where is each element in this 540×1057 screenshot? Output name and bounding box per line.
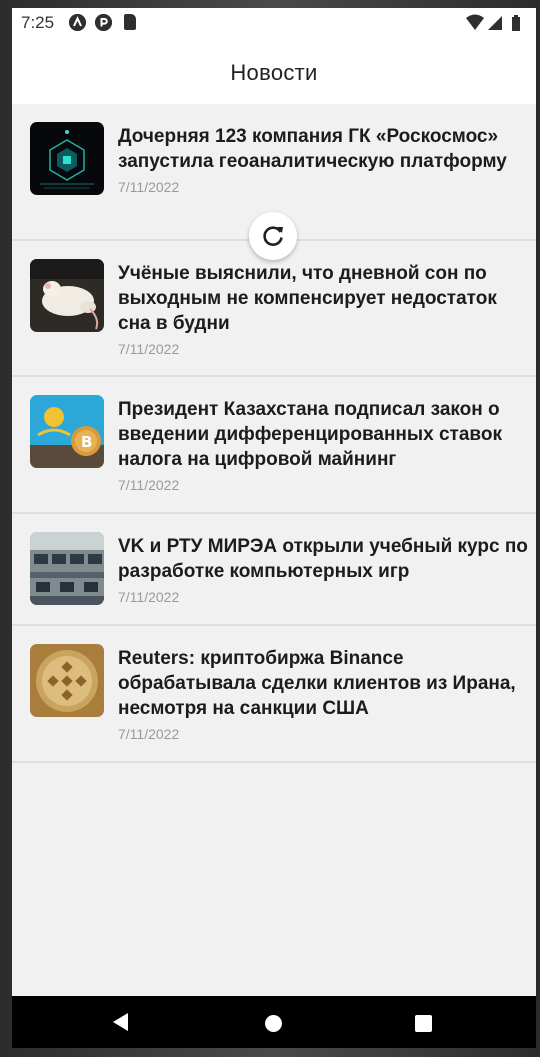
news-date: 7/11/2022	[118, 477, 180, 493]
news-title: Учёные выяснили, что дневной сон по выхо…	[118, 263, 497, 334]
app-bar: Новости	[12, 38, 536, 104]
kazakhstan-bitcoin-image: B	[30, 395, 104, 468]
news-title: Reuters: криптобиржа Binance обрабатывал…	[118, 648, 516, 719]
signal-icon	[488, 16, 502, 30]
news-title: Президент Казахстана подписал закон о вв…	[118, 399, 502, 470]
status-right-icons	[466, 14, 526, 32]
news-date: 7/11/2022	[118, 726, 180, 742]
wifi-icon	[466, 14, 484, 30]
status-time: 7:25	[21, 13, 55, 32]
sd-card-icon	[124, 14, 136, 30]
news-date: 7/11/2022	[118, 341, 180, 357]
news-text: Учёные выяснили, что дневной сон по выхо…	[118, 261, 528, 357]
news-title: Дочерняя 123 компания ГК «Роскосмос» зап…	[118, 126, 507, 172]
phone-screen: 7:25 Новости Дочерняя 123 компания ГК «Р…	[12, 8, 536, 1048]
refresh-icon	[263, 226, 283, 246]
news-text: Президент Казахстана подписал закон о вв…	[118, 397, 528, 493]
svg-text:B: B	[81, 433, 92, 451]
recent-apps-button[interactable]	[415, 1015, 432, 1032]
news-text: VK и РТУ МИРЭА открыли учебный курс по р…	[118, 534, 528, 605]
news-item[interactable]: VK и РТУ МИРЭА открыли учебный курс по р…	[12, 514, 536, 626]
news-item[interactable]: Reuters: криптобиржа Binance обрабатывал…	[12, 626, 536, 763]
news-item[interactable]: B Президент Казахстана подписал закон о …	[12, 377, 536, 514]
refresh-spinner	[249, 212, 297, 260]
space-tech-image	[30, 122, 104, 195]
news-date: 7/11/2022	[118, 179, 180, 195]
home-button[interactable]	[265, 1015, 282, 1032]
app-a-icon	[69, 14, 86, 31]
news-title: VK и РТУ МИРЭА открыли учебный курс по р…	[118, 536, 528, 582]
classroom-image	[30, 532, 104, 605]
app-p-icon	[95, 14, 112, 31]
system-nav-bar	[12, 996, 536, 1048]
binance-coin-image	[30, 644, 104, 717]
news-date: 7/11/2022	[118, 589, 180, 605]
news-text: Reuters: криптобиржа Binance обрабатывал…	[118, 646, 528, 742]
sleeping-mouse-image	[30, 259, 104, 332]
battery-icon	[512, 15, 520, 31]
back-button[interactable]	[112, 1012, 130, 1037]
page-title: Новости	[230, 60, 318, 85]
status-bar: 7:25	[12, 8, 536, 38]
news-list[interactable]: Дочерняя 123 компания ГК «Роскосмос» зап…	[12, 104, 536, 763]
device-frame: 7:25 Новости Дочерняя 123 компания ГК «Р…	[0, 0, 540, 1057]
news-item[interactable]: Учёные выяснили, что дневной сон по выхо…	[12, 241, 536, 377]
back-icon	[113, 1013, 128, 1031]
news-text: Дочерняя 123 компания ГК «Роскосмос» зап…	[118, 124, 528, 195]
